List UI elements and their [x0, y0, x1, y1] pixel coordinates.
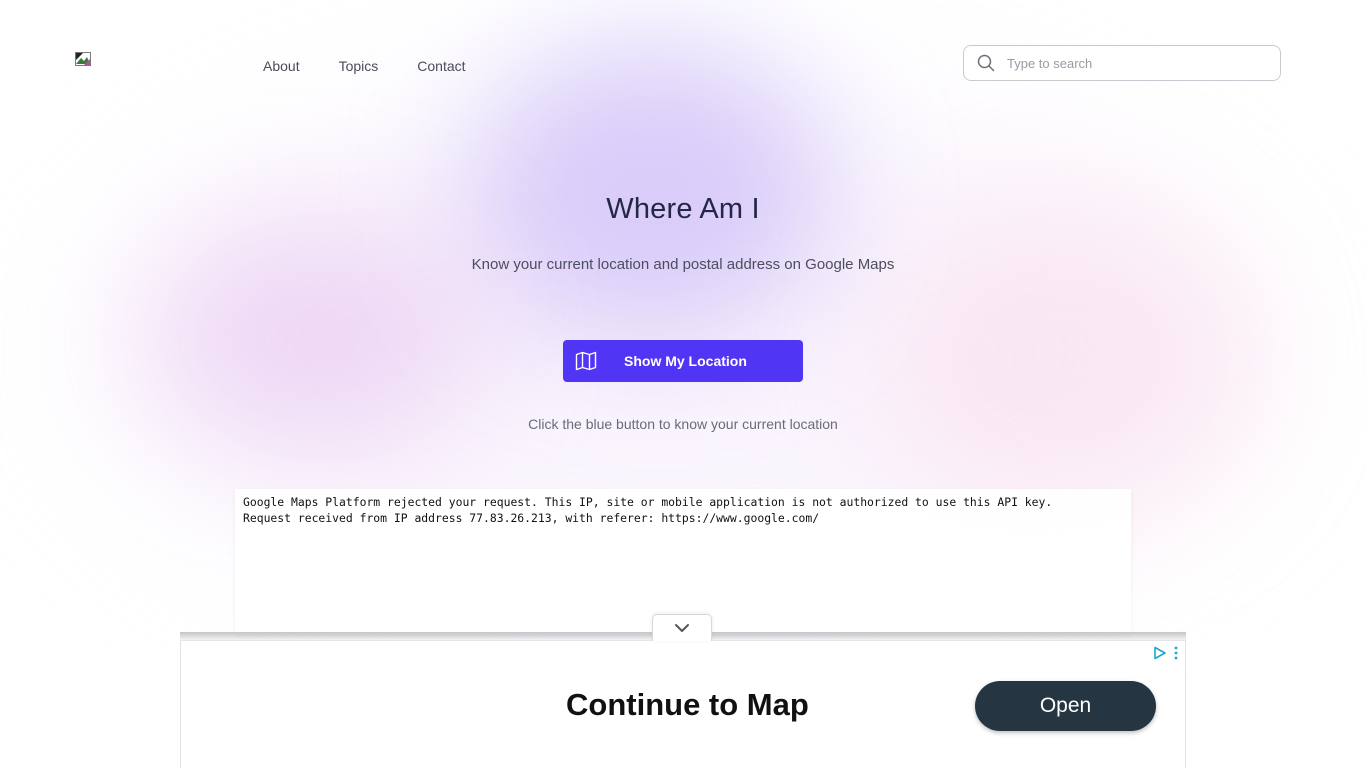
chevron-down-icon	[675, 624, 689, 632]
search-box[interactable]	[963, 45, 1281, 81]
background-blob-purple	[470, 40, 830, 340]
ad-open-button[interactable]: Open	[975, 681, 1156, 731]
ad-headline[interactable]: Continue to Map	[566, 687, 809, 723]
nav-link-about[interactable]: About	[263, 57, 300, 75]
map-error-line-2: Request received from IP address 77.83.2…	[243, 510, 820, 525]
logo-broken-image-icon[interactable]	[75, 52, 91, 66]
show-my-location-button[interactable]: Show My Location	[563, 340, 803, 382]
nav-link-topics[interactable]: Topics	[339, 57, 379, 75]
map-error-line-1: Google Maps Platform rejected your reque…	[243, 495, 1053, 509]
more-vertical-icon[interactable]	[1173, 646, 1179, 660]
ad-collapse-button[interactable]	[652, 614, 712, 641]
search-input[interactable]	[1005, 54, 1269, 72]
main-nav: About Topics Contact	[263, 57, 505, 75]
search-icon	[977, 54, 995, 72]
map-panel[interactable]: Google Maps Platform rejected your reque…	[235, 489, 1131, 634]
ad-banner[interactable]: Continue to Map Open	[180, 640, 1186, 768]
background-blob-pink-right	[880, 200, 1260, 520]
page-subtitle: Know your current location and postal ad…	[471, 256, 895, 273]
map-icon	[575, 351, 597, 371]
hint-text: Click the blue button to know your curre…	[528, 416, 838, 432]
ad-choices-icon[interactable]	[1153, 646, 1167, 660]
page-title: Where Am I	[606, 193, 760, 225]
page: About Topics Contact Where Am I Know you…	[0, 0, 1366, 768]
nav-link-contact[interactable]: Contact	[417, 57, 465, 75]
show-my-location-label: Show My Location	[624, 353, 747, 369]
